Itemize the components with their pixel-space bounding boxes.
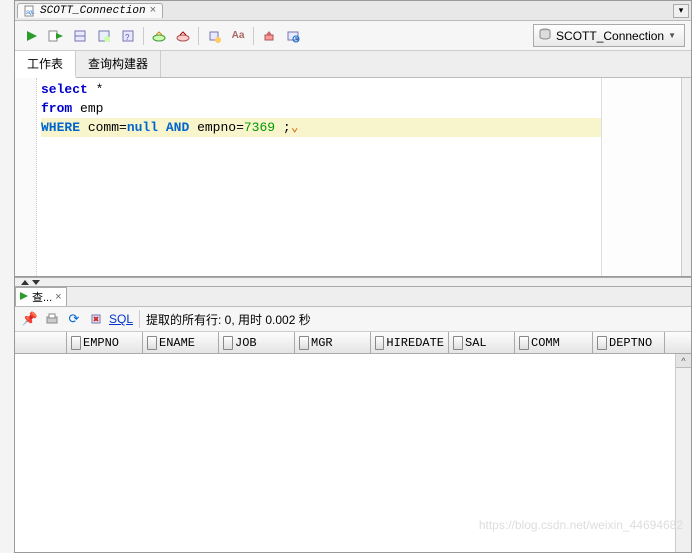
refresh-button[interactable]: ⟳ [65,310,83,328]
column-label: HIREDATE [386,336,444,350]
editor-right-margin [601,78,681,276]
run-script-button[interactable] [45,25,67,47]
column-header-deptno[interactable]: DEPTNO [593,332,665,353]
worksheet-sub-tabs: 工作表 查询构建器 [15,51,691,78]
column-label: COMM [531,336,560,350]
svg-text:SQL: SQL [26,10,35,16]
close-icon[interactable]: × [55,291,61,303]
tab-query-builder[interactable]: 查询构建器 [76,51,161,77]
column-label: SAL [465,336,487,350]
column-header-job[interactable]: JOB [219,332,295,353]
sql-text-button[interactable]: SQL [109,312,133,326]
column-header-comm[interactable]: COMM [515,332,593,353]
column-icon [453,336,463,350]
results-grid-header: EMPNO ENAME JOB MGR HIREDATE SAL COMM DEPTNO [15,332,691,354]
column-icon [147,336,157,350]
column-header-ename[interactable]: ENAME [143,332,219,353]
sql-editor[interactable]: select * from emp WHERE comm=null AND em… [15,78,691,277]
connection-name: SCOTT_Connection [556,29,664,43]
column-label: JOB [235,336,257,350]
results-grid-body: ^ https://blog.csdn.net/weixin_44694682 [15,354,691,552]
toggle-case-button[interactable]: Aa [227,25,249,47]
toolbar-separator [253,27,254,45]
result-tab-label: 查... [32,289,52,305]
editor-overview-ruler [681,78,691,276]
editor-tab-bar: SQL SCOTT_Connection × ▾ [15,1,691,21]
unshared-worksheet-button[interactable] [203,25,225,47]
delete-button[interactable] [87,310,105,328]
run-button[interactable] [21,25,43,47]
rollback-button[interactable] [172,25,194,47]
column-label: MGR [311,336,333,350]
connection-selector[interactable]: SCOTT_Connection [533,24,685,47]
results-toolbar: 📌 ⟳ SQL 提取的所有行: 0, 用时 0.002 秒 [15,307,691,332]
main-toolbar: ? Aa SCOTT_Connection [15,21,691,51]
print-button[interactable] [43,310,61,328]
sql-developer-window: SQL SCOTT_Connection × ▾ ? Aa SCOTT_Conn… [14,0,692,553]
column-icon [519,336,529,350]
autotrace-button[interactable] [93,25,115,47]
explain-plan-button[interactable] [69,25,91,47]
editor-gutter [15,78,37,276]
database-icon [538,27,552,44]
column-label: EMPNO [83,336,119,350]
column-label: ENAME [159,336,195,350]
expand-down-icon[interactable] [32,280,40,285]
sql-file-icon: SQL [24,5,36,17]
pin-button[interactable]: 📌 [21,310,39,328]
cursor-marker: ⌄ [291,120,299,135]
close-icon[interactable]: × [150,5,157,17]
toolbar-separator [143,27,144,45]
column-icon [375,336,384,350]
svg-text:?: ? [125,33,130,42]
column-header-mgr[interactable]: MGR [295,332,371,353]
column-label: DEPTNO [609,336,652,350]
toolbar-separator [139,310,140,328]
scroll-up-icon[interactable]: ^ [676,354,691,368]
sql-tuning-button[interactable]: ? [117,25,139,47]
file-tab-title: SCOTT_Connection [40,5,146,17]
tab-worksheet[interactable]: 工作表 [15,51,76,78]
tab-query-result[interactable]: 查... × [15,287,67,306]
column-icon [299,336,309,350]
row-header-corner [15,332,67,353]
column-header-sal[interactable]: SAL [449,332,515,353]
column-icon [71,336,81,350]
results-tab-bar: 查... × [15,287,691,307]
expand-up-icon[interactable] [21,280,29,285]
commit-button[interactable] [148,25,170,47]
column-header-hiredate[interactable]: HIREDATE [371,332,449,353]
watermark-text: https://blog.csdn.net/weixin_44694682 [479,518,683,532]
column-icon [223,336,233,350]
file-tab-scott[interactable]: SQL SCOTT_Connection × [17,3,163,18]
toolbar-separator [198,27,199,45]
result-status-text: 提取的所有行: 0, 用时 0.002 秒 [146,311,311,328]
run-icon [19,291,29,304]
clear-button[interactable] [258,25,280,47]
tab-overflow-button[interactable]: ▾ [673,4,689,18]
sql-history-button[interactable] [282,25,304,47]
code-area[interactable]: select * from emp WHERE comm=null AND em… [37,78,601,276]
column-header-empno[interactable]: EMPNO [67,332,143,353]
splitter-handle[interactable] [15,277,691,287]
column-icon [597,336,607,350]
